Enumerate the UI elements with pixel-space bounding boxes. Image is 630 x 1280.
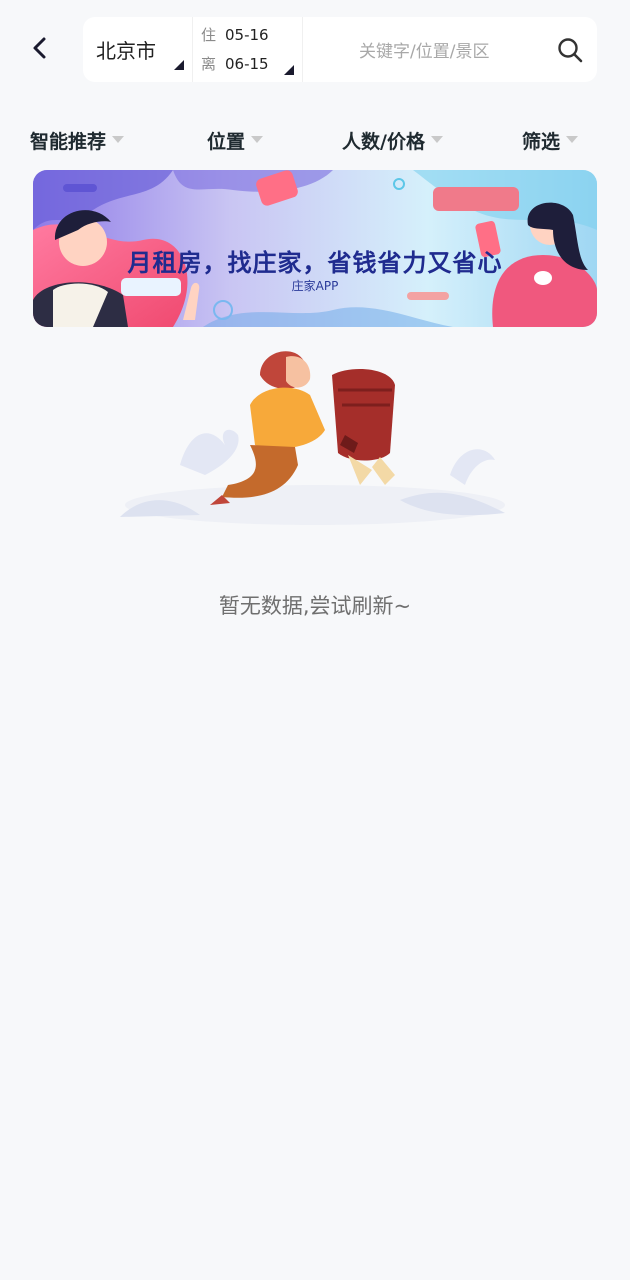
filter-label: 智能推荐	[30, 130, 107, 153]
filter-smart-recommend[interactable]: 智能推荐	[30, 122, 125, 158]
promo-banner[interactable]: 月租房，找庄家，省钱省力又省心 庄家APP	[33, 170, 597, 327]
dropdown-arrow-icon	[566, 135, 579, 143]
back-arrow-icon	[33, 37, 46, 59]
filter-bar: 智能推荐 位置 人数/价格 筛选	[0, 122, 630, 158]
banner-subtitle: 庄家APP	[291, 279, 339, 293]
filter-label: 人数/价格	[342, 130, 425, 153]
checkin-row: 住 05-16	[201, 25, 302, 44]
search-icon[interactable]	[557, 37, 583, 63]
search-placeholder: 关键字/位置/景区	[359, 42, 490, 62]
checkin-date: 05-16	[225, 25, 269, 44]
empty-state-illustration	[120, 351, 505, 525]
search-bar: 北京市 住 05-16 离 06-15 关键字/位置/景区	[83, 17, 597, 82]
checkout-date: 06-15	[225, 54, 269, 73]
dropdown-arrow-icon	[251, 135, 264, 143]
filter-label: 筛选	[522, 130, 561, 153]
back-button[interactable]	[22, 30, 58, 66]
filter-guests-price[interactable]: 人数/价格	[342, 122, 443, 158]
filter-more[interactable]: 筛选	[522, 122, 579, 158]
keyword-search-input[interactable]: 关键字/位置/景区	[303, 17, 597, 82]
empty-state-message: 暂无数据,尝试刷新~	[218, 594, 412, 618]
filter-label: 位置	[207, 130, 246, 153]
date-selector[interactable]: 住 05-16 离 06-15	[193, 17, 303, 82]
checkout-label: 离	[201, 54, 217, 73]
city-label: 北京市	[96, 39, 156, 63]
banner-headline: 月租房，找庄家，省钱省力又省心	[127, 248, 503, 277]
dropdown-corner-icon	[284, 65, 294, 75]
dropdown-arrow-icon	[430, 135, 443, 143]
city-selector[interactable]: 北京市	[83, 17, 193, 82]
filter-location[interactable]: 位置	[207, 122, 264, 158]
dropdown-corner-icon	[174, 60, 184, 70]
hotel-list-page: 北京市 住 05-16 离 06-15 关键字/位置/景区 智能推荐 位置 人数…	[0, 0, 630, 1280]
checkin-label: 住	[201, 25, 217, 44]
dropdown-arrow-icon	[112, 135, 125, 143]
